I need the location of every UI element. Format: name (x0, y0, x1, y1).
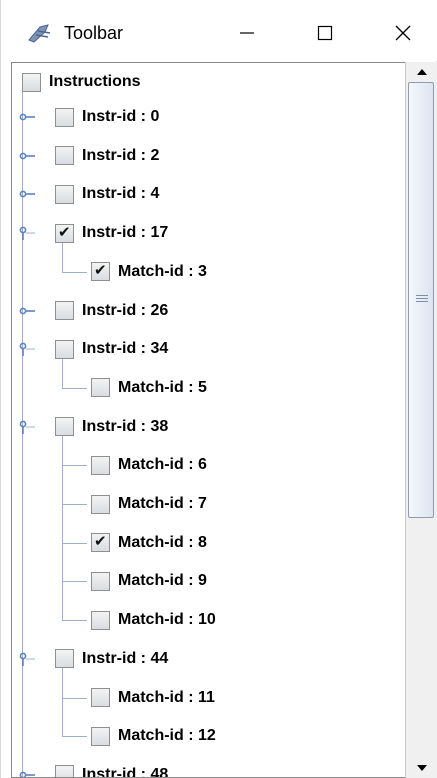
collapsed-handle-icon[interactable] (19, 186, 35, 202)
arrow-up-icon (417, 69, 427, 75)
match-checkbox[interactable] (91, 494, 110, 514)
maximize-icon (317, 25, 333, 41)
arrow-down-icon (417, 765, 427, 771)
match-checkbox[interactable] (91, 610, 110, 630)
tree-node-label: Instr-id : 17 (82, 224, 169, 242)
title-bar[interactable]: Toolbar (1, 0, 437, 61)
instruction-checkbox[interactable] (55, 417, 74, 437)
collapsed-handle-icon[interactable] (19, 109, 35, 125)
tree-node-label: Instr-id : 38 (82, 417, 169, 435)
tree-node-label: Instr-id : 0 (82, 108, 160, 125)
tree-node-match[interactable]: Match-id : 7 (91, 485, 207, 523)
scroll-down-button[interactable] (406, 758, 437, 778)
match-checkbox[interactable] (91, 726, 110, 746)
tree-root-label: Instructions (49, 73, 141, 90)
expanded-handle-icon[interactable] (19, 225, 35, 241)
minimize-button[interactable] (225, 14, 269, 52)
instruction-checkbox[interactable] (55, 339, 74, 359)
instructions-tree[interactable]: Instructions Instr-id : 0 Instr-id : 2 Ins… (12, 63, 416, 778)
tree-node-label: Match-id : 12 (118, 727, 216, 745)
instruction-checkbox[interactable] (55, 301, 74, 320)
scroll-up-button[interactable] (406, 62, 437, 82)
tree-node-instruction[interactable]: Instr-id : 44 (55, 640, 168, 678)
close-button[interactable] (381, 14, 425, 52)
match-checkbox[interactable] (91, 378, 110, 398)
tree-node-label: Match-id : 9 (118, 572, 207, 590)
window-title: Toolbar (64, 23, 124, 43)
tree-node-label: Match-id : 7 (118, 495, 207, 512)
tree-node-match[interactable]: Match-id : 5 (91, 369, 207, 407)
tree-frame: Instructions Instr-id : 0 Instr-id : 2 Ins… (11, 62, 437, 778)
tree-node-instruction[interactable]: Instr-id : 2 (55, 137, 159, 175)
instruction-checkbox[interactable] (55, 223, 74, 243)
tree-node-match[interactable]: Match-id : 9 (91, 562, 207, 600)
collapsed-handle-icon[interactable] (19, 148, 35, 164)
tree-node-label: Instr-id : 2 (82, 146, 160, 164)
app-icon (28, 24, 51, 43)
tree-node-instruction[interactable]: Instr-id : 48 (55, 756, 169, 778)
collapsed-handle-icon[interactable] (19, 303, 35, 319)
tree-node-match[interactable]: Match-id : 10 (91, 601, 216, 639)
tree-node-label: Instr-id : 44 (82, 649, 169, 667)
tree-node-label: Instr-id : 48 (82, 765, 169, 778)
expanded-handle-icon[interactable] (19, 419, 35, 435)
instruction-checkbox[interactable] (55, 146, 74, 166)
match-checkbox[interactable] (91, 532, 110, 553)
tree-node-instruction[interactable]: Instr-id : 38 (55, 408, 168, 446)
tree-node-match[interactable]: Match-id : 12 (91, 717, 216, 755)
match-checkbox[interactable] (91, 261, 110, 282)
vertical-scrollbar[interactable] (405, 62, 437, 778)
expanded-handle-icon[interactable] (19, 651, 35, 667)
tree-node-match[interactable]: Match-id : 11 (91, 679, 215, 717)
tree-node-match[interactable]: Match-id : 8 (91, 524, 207, 562)
tree-node-label: Match-id : 8 (118, 533, 207, 551)
instruction-checkbox[interactable] (55, 649, 74, 669)
expanded-handle-icon[interactable] (19, 341, 35, 357)
tree-node-instruction[interactable]: Instr-id : 26 (55, 292, 168, 330)
tree-node-instruction[interactable]: Instr-id : 17 (55, 214, 168, 252)
tree-node-label: Match-id : 10 (118, 611, 216, 629)
tree-node-label: Instr-id : 4 (82, 185, 160, 203)
collapsed-handle-icon[interactable] (19, 767, 35, 778)
match-checkbox[interactable] (91, 455, 110, 475)
tree-node-label: Match-id : 11 (118, 688, 215, 706)
tree-node-label: Instr-id : 34 (82, 340, 169, 358)
toolbar-window: Toolbar Instructions Instr-id : 0 Instr-i… (0, 0, 437, 778)
tree-node-instruction[interactable]: Instr-id : 4 (55, 175, 159, 213)
close-icon (395, 25, 411, 41)
instruction-checkbox[interactable] (55, 184, 74, 204)
scroll-thumb[interactable] (408, 82, 434, 518)
instruction-checkbox[interactable] (55, 107, 74, 127)
tree-node-match[interactable]: Match-id : 6 (91, 446, 207, 484)
maximize-button[interactable] (303, 14, 347, 52)
minimize-icon (240, 32, 254, 34)
instruction-checkbox[interactable] (55, 765, 74, 777)
tree-node-instruction[interactable]: Instr-id : 0 (55, 98, 159, 136)
tree-node-label: Match-id : 6 (118, 456, 207, 474)
root-checkbox[interactable] (22, 72, 41, 92)
tree-node-instruction[interactable]: Instr-id : 34 (55, 330, 168, 368)
tree-node-label: Match-id : 5 (118, 378, 207, 396)
match-checkbox[interactable] (91, 688, 110, 707)
tree-node-label: Instr-id : 26 (82, 301, 169, 319)
match-checkbox[interactable] (91, 571, 110, 591)
tree-node-match[interactable]: Match-id : 3 (91, 253, 207, 291)
tree-root[interactable]: Instructions (22, 63, 141, 101)
tree-node-label: Match-id : 3 (118, 262, 207, 280)
